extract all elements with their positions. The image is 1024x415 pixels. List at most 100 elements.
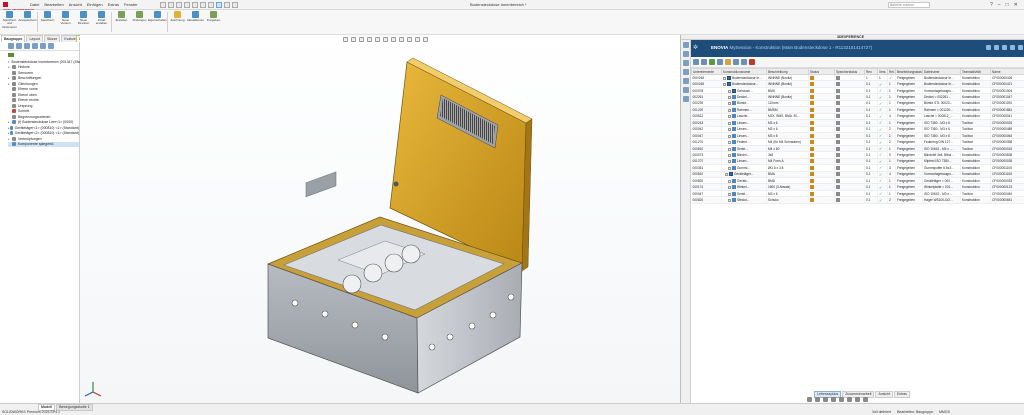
expand-box-icon[interactable] [728, 96, 731, 100]
file-explorer-icon[interactable] [683, 69, 689, 75]
close-button[interactable]: ✕ [1014, 1, 1018, 9]
save-optimize-button[interactable]: Speichern und Optimieren [1, 11, 18, 29]
drawing-button[interactable]: Zeichnung [169, 11, 186, 22]
expand-box-icon[interactable] [728, 192, 731, 196]
tree-item[interactable]: Komponente spiegeln1 [8, 141, 79, 147]
duplicate-icon[interactable] [839, 397, 844, 402]
apps-icon[interactable] [1018, 45, 1023, 50]
graphics-viewport[interactable] [80, 35, 680, 403]
expand-box-icon[interactable] [728, 108, 731, 112]
transfer-icon[interactable] [847, 397, 852, 402]
redo-icon[interactable] [208, 2, 214, 8]
custom-properties-icon[interactable] [683, 96, 689, 102]
property-manager-icon[interactable] [16, 43, 22, 49]
lock-icon[interactable] [725, 59, 731, 65]
lifecycle-icon[interactable] [807, 397, 812, 402]
bottom-tab[interactable]: Ansicht [875, 391, 893, 398]
demote-icon[interactable] [823, 397, 828, 402]
undo-icon[interactable] [200, 2, 206, 8]
share-icon[interactable] [986, 45, 991, 50]
checkout-button[interactable]: Ausspeichern [18, 11, 37, 22]
home-icon[interactable] [160, 2, 166, 8]
expand-box-icon[interactable] [728, 153, 731, 157]
release-button[interactable]: Freigeben [205, 11, 222, 22]
menu-ansicht[interactable]: Ansicht [69, 2, 82, 8]
table-row[interactable]: 000820 Steckd... Schuko 0.1 ✓ 2 Freigegeben Hag… [691, 196, 1024, 204]
columns-icon[interactable] [741, 59, 747, 65]
open-icon[interactable] [701, 59, 707, 65]
expand-arrow-icon[interactable]: ▾ [8, 60, 10, 64]
revise-icon[interactable] [831, 397, 836, 402]
3dexperience-tab-icon[interactable] [683, 51, 689, 57]
options-icon[interactable] [232, 2, 238, 8]
view-palette-icon[interactable] [683, 78, 689, 84]
expand-box-icon[interactable] [728, 121, 731, 125]
refresh-icon[interactable] [693, 59, 699, 65]
help-icon[interactable] [994, 45, 999, 50]
new-version-button[interactable]: Neue Version [57, 11, 74, 26]
save-button[interactable]: Speichern [39, 11, 56, 22]
menu-datei[interactable]: Datei [30, 2, 39, 8]
tab-baugruppe[interactable]: Baugruppe [1, 35, 26, 42]
new-revision-button[interactable]: Neue Revision [75, 11, 92, 26]
delete-icon[interactable] [749, 59, 755, 65]
expand-box-icon[interactable] [725, 173, 728, 177]
expand-box-icon[interactable] [728, 89, 731, 93]
save-icon[interactable] [709, 59, 715, 65]
user-icon[interactable] [1010, 45, 1015, 50]
tab-bewegungsstudie[interactable]: Bewegungsstudie 1 [56, 404, 93, 411]
menu-extras[interactable]: Extras [108, 2, 119, 8]
reserve-icon[interactable] [717, 59, 723, 65]
feature-tree-icon[interactable] [8, 43, 14, 49]
search-input[interactable]: Befehle suchen [888, 2, 930, 8]
tab-layout[interactable]: Layout [26, 35, 43, 42]
configuration-icon[interactable] [24, 43, 30, 49]
design-library-icon[interactable] [683, 60, 689, 66]
open-icon[interactable] [176, 2, 182, 8]
rebuild-icon[interactable] [224, 2, 230, 8]
dimxpert-icon[interactable] [32, 43, 38, 49]
change-action-icon[interactable] [855, 397, 860, 402]
home-tab-icon[interactable] [683, 42, 689, 48]
expand-box-icon[interactable] [728, 160, 731, 164]
expand-box-icon[interactable] [728, 115, 731, 119]
info-icon[interactable] [863, 397, 868, 402]
expand-panel-icon[interactable] [48, 43, 54, 49]
expand-box-icon[interactable] [728, 147, 731, 151]
minimize-button[interactable]: – [998, 1, 1001, 9]
properties-button[interactable]: Eigenschaften [148, 11, 167, 22]
compass-icon[interactable]: ✲ [693, 44, 698, 52]
expand-box-icon[interactable] [728, 179, 731, 183]
create-content-button[interactable]: Inhalt erstellen [93, 11, 110, 26]
menu-einfuegen[interactable]: Einfügen [87, 2, 103, 8]
display-manager-icon[interactable] [40, 43, 46, 49]
filter-icon[interactable] [733, 59, 739, 65]
save-icon[interactable] [184, 2, 190, 8]
promote-icon[interactable] [815, 397, 820, 402]
maximize-button[interactable]: □ [1006, 1, 1009, 9]
select-icon[interactable] [216, 2, 222, 8]
expand-box-icon[interactable] [723, 76, 726, 80]
expand-box-icon[interactable] [728, 134, 731, 138]
create-button[interactable]: Erstellen [113, 11, 130, 22]
tree-filter[interactable] [8, 52, 71, 58]
refresh-button[interactable]: Aktualisieren [187, 11, 204, 22]
expand-box-icon[interactable] [728, 186, 731, 190]
expand-box-icon[interactable] [728, 166, 731, 170]
expand-box-icon[interactable] [723, 83, 726, 87]
tab-skizze[interactable]: Skizze [44, 35, 61, 42]
expand-box-icon[interactable] [728, 102, 731, 106]
expand-box-icon[interactable] [728, 199, 731, 203]
help-icon[interactable]: ? [990, 1, 993, 9]
expand-box-icon[interactable] [728, 128, 731, 132]
settings-icon[interactable] [1002, 45, 1007, 50]
appearances-icon[interactable] [683, 87, 689, 93]
menu-fenster[interactable]: Fenster [124, 2, 138, 8]
checks-button[interactable]: Prüfungen [131, 11, 148, 22]
bottom-tab[interactable]: Extras [893, 391, 910, 398]
expand-box-icon[interactable] [728, 141, 731, 145]
print-icon[interactable] [192, 2, 198, 8]
menu-bearbeiten[interactable]: Bearbeiten [44, 2, 63, 8]
new-document-icon[interactable] [168, 2, 174, 8]
status-units[interactable]: MMGS [939, 410, 950, 415]
